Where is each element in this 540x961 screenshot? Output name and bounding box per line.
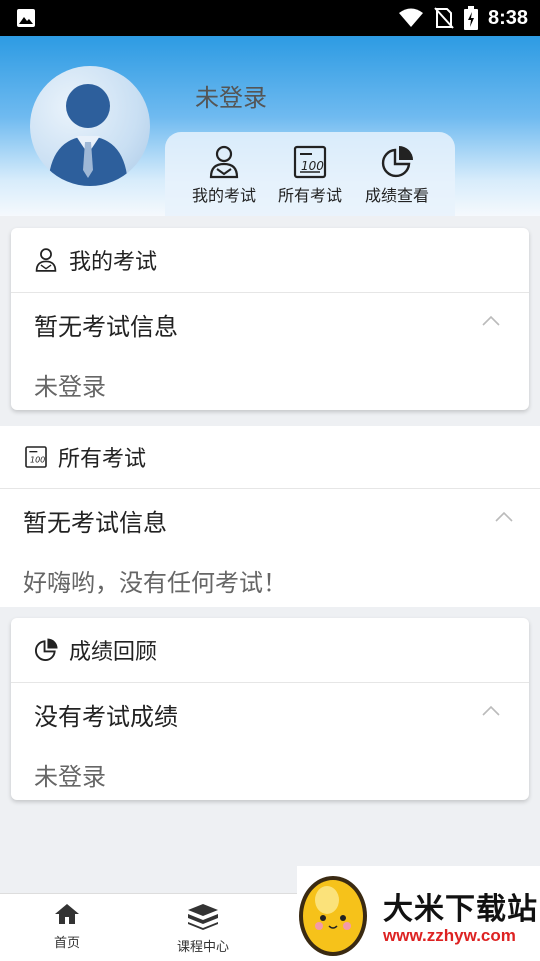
chevron-up-icon[interactable] [481, 315, 501, 327]
score-review-title: 没有考试成绩 [34, 702, 178, 731]
mascot-logo-icon [299, 876, 367, 956]
my-exams-header[interactable]: 我的考试 [11, 228, 529, 293]
score-review-heading: 成绩回顾 [69, 640, 158, 665]
score-review-card: 成绩回顾 没有考试成绩 未登录 [11, 618, 529, 800]
my-exams-card: 我的考试 暂无考试信息 未登录 [11, 228, 529, 410]
status-bar: 8:38 [0, 0, 540, 36]
all-exams-subtitle: 好嗨哟，没有任何考试！ [23, 568, 287, 597]
all-exams-subtitle-row: 好嗨哟，没有任何考试！ [0, 551, 540, 609]
score-review-item[interactable]: 没有考试成绩 [11, 683, 529, 745]
svg-text:100: 100 [30, 455, 45, 464]
chevron-up-icon[interactable] [494, 511, 514, 523]
all-exams-item[interactable]: 暂无考试信息 [0, 489, 540, 551]
my-exams-item[interactable]: 暂无考试信息 [11, 293, 529, 355]
my-exams-title: 暂无考试信息 [34, 312, 178, 341]
all-exams-title: 暂无考试信息 [23, 508, 167, 537]
my-exams-subtitle-row: 未登录 [11, 355, 529, 413]
quick-all-exams-label: 所有考试 [277, 186, 342, 205]
status-time: 8:38 [487, 6, 528, 29]
avatar[interactable] [30, 66, 150, 186]
books-icon [188, 904, 218, 930]
all-exams-heading: 所有考试 [58, 447, 147, 472]
score-sheet-icon: 100 [293, 145, 327, 179]
score-sheet-icon: 100 [25, 446, 47, 468]
user-exam-icon [35, 248, 57, 272]
my-exams-heading: 我的考试 [69, 250, 158, 275]
wifi-icon [398, 8, 423, 27]
profile-header: 未登录 我的考试 100 所有考试 成绩查看 [0, 36, 540, 216]
quick-my-exams-button[interactable]: 我的考试 [179, 132, 269, 216]
nav-courses[interactable]: 课程中心 [158, 902, 248, 955]
score-review-subtitle: 未登录 [34, 762, 106, 791]
gallery-icon [17, 9, 35, 27]
score-review-header[interactable]: 成绩回顾 [11, 618, 529, 683]
default-avatar-icon [48, 84, 128, 186]
score-review-subtitle-row: 未登录 [11, 745, 529, 803]
user-exam-icon [209, 145, 239, 179]
home-icon [55, 904, 79, 924]
pie-chart-icon [35, 638, 58, 661]
nav-courses-label: 课程中心 [176, 940, 229, 955]
username-label[interactable]: 未登录 [195, 78, 267, 113]
chevron-up-icon[interactable] [481, 705, 501, 717]
quick-all-exams-button[interactable]: 100 所有考试 [265, 132, 355, 216]
nav-home-label: 首页 [53, 936, 80, 951]
svg-text:100: 100 [301, 159, 324, 173]
watermark-title: 大米下载站 [383, 892, 538, 927]
watermark-url: www.zzhyw.com [383, 926, 516, 945]
nav-home[interactable]: 首页 [22, 902, 112, 951]
my-exams-subtitle: 未登录 [34, 372, 106, 401]
quick-scores-label: 成绩查看 [364, 186, 429, 205]
all-exams-section: 100 所有考试 暂无考试信息 好嗨哟，没有任何考试！ [0, 426, 540, 607]
all-exams-header[interactable]: 100 所有考试 [0, 426, 540, 489]
no-sim-icon [434, 7, 454, 29]
pie-chart-icon [381, 146, 413, 178]
watermark-banner: 大米下载站 www.zzhyw.com [297, 866, 540, 960]
quick-scores-button[interactable]: 成绩查看 [352, 132, 442, 216]
quick-my-exams-label: 我的考试 [191, 186, 256, 205]
battery-charging-icon [463, 6, 478, 30]
quick-actions-card: 我的考试 100 所有考试 成绩查看 [165, 132, 455, 216]
